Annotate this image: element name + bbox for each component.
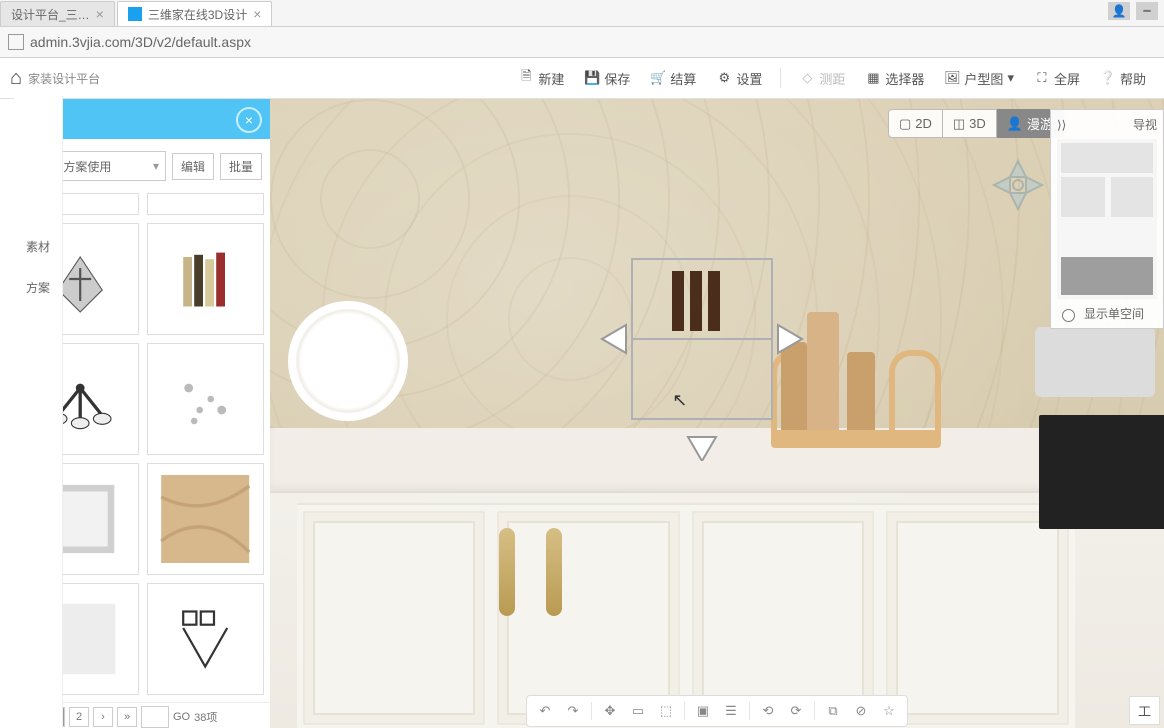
window-controls: 👤 ━ — [1108, 2, 1158, 20]
square-icon: ▢ — [899, 116, 911, 132]
checkout-button[interactable]: 🛒结算 — [642, 65, 704, 92]
left-rail — [0, 99, 15, 728]
gear-icon: ⚙ — [716, 70, 732, 86]
pager-last[interactable]: » — [117, 707, 137, 727]
fullscreen-icon: ⛶ — [1034, 70, 1050, 86]
list-item[interactable] — [147, 463, 265, 575]
browser-tab[interactable]: 设计平台_三… × — [0, 1, 115, 26]
chevron-down-icon: ▾ — [1007, 70, 1014, 86]
app-toolbar: ⌂ 家装设计平台 🗎新建 💾保存 🛒结算 ⚙设置 ◇测距 ▦选择器 🖼户型图▾ … — [0, 58, 1164, 99]
person-icon: 👤 — [1007, 116, 1023, 132]
pot-prop — [1035, 327, 1155, 397]
image-icon: 🖼 — [944, 70, 960, 86]
site-icon — [8, 34, 24, 50]
minimize-button[interactable]: ━ — [1136, 2, 1158, 20]
countertop — [270, 428, 1164, 491]
browser-tab-strip: 设计平台_三… × 三维家在线3D设计 × — [0, 0, 1164, 26]
copy-tool[interactable]: ⧉ — [821, 699, 845, 723]
bottom-toolbar: ↶ ↷ ✥ ▭ ⬚ ▣ ☰ ⟲ ⟳ ⧉ ⊘ ☆ — [526, 695, 908, 727]
edit-button[interactable]: 编辑 — [172, 153, 214, 180]
brand-subtitle: 家装设计平台 — [28, 70, 100, 87]
list-item[interactable] — [147, 223, 265, 335]
measure-button[interactable]: ◇测距 — [791, 65, 853, 92]
tab-plan[interactable]: 方案 — [14, 267, 62, 308]
pager-total: 38项 — [194, 709, 217, 725]
list-item[interactable] — [147, 583, 265, 695]
view-3d[interactable]: ◫3D — [943, 109, 997, 138]
tab-material[interactable]: 素材 — [14, 226, 62, 267]
address-bar: admin.3vjia.com/3D/v2/default.aspx — [0, 26, 1164, 58]
ruler-icon: ◇ — [799, 70, 815, 86]
pager-next[interactable]: › — [93, 707, 113, 727]
brand: ⌂ 家装设计平台 — [10, 67, 506, 90]
cursor-icon: ↖ — [672, 390, 687, 411]
cube-icon: ◫ — [953, 116, 965, 132]
page-icon — [128, 7, 142, 21]
logo-icon: ⌂ — [10, 67, 22, 90]
layers-tool[interactable]: ☰ — [719, 699, 743, 723]
navigator-panel: ⟩⟩ 导视 显示单空间 — [1050, 109, 1164, 329]
nav-title: 导视 — [1133, 116, 1157, 133]
bottom-right-button[interactable]: 工 — [1129, 696, 1160, 725]
bottles-prop — [771, 308, 941, 448]
3d-viewport[interactable]: ↖ ▢2D ◫3D 👤漫游 ⟩⟩ 导视 — [270, 99, 1164, 728]
tab-title: 三维家在线3D设计 — [148, 6, 247, 23]
rotate-left[interactable]: ⟲ — [756, 699, 780, 723]
close-icon[interactable]: × — [96, 6, 104, 22]
collapse-icon[interactable]: ⟩⟩ — [1057, 118, 1066, 132]
user-icon[interactable]: 👤 — [1108, 2, 1130, 20]
chevron-down-icon: ▾ — [153, 159, 159, 173]
selector-button[interactable]: ▦选择器 — [857, 65, 932, 92]
bulk-button[interactable]: 批量 — [220, 153, 262, 180]
move-tool[interactable]: ✥ — [598, 699, 622, 723]
radio-icon[interactable] — [1062, 309, 1075, 322]
side-vertical-tabs: 素材 方案 — [14, 96, 63, 728]
group-tool[interactable]: ▣ — [691, 699, 715, 723]
compass-icon[interactable] — [992, 159, 1044, 211]
rotate-right[interactable]: ⟳ — [784, 699, 808, 723]
view-2d[interactable]: ▢2D — [888, 109, 943, 138]
pager-input[interactable] — [141, 706, 169, 728]
view-mode-toggle: ▢2D ◫3D 👤漫游 — [888, 109, 1064, 138]
settings-button[interactable]: ⚙设置 — [708, 65, 770, 92]
save-button[interactable]: 💾保存 — [576, 65, 638, 92]
save-icon: 💾 — [584, 70, 600, 86]
fullscreen-button[interactable]: ⛶全屏 — [1026, 65, 1088, 92]
list-item[interactable] — [147, 193, 265, 215]
help-button[interactable]: ❔帮助 — [1092, 65, 1154, 92]
grid-icon: ▦ — [865, 70, 881, 86]
file-icon: 🗎 — [518, 70, 534, 86]
mini-floorplan[interactable] — [1057, 139, 1157, 299]
stove-prop — [1039, 415, 1164, 529]
pager-go[interactable]: GO — [173, 711, 190, 723]
help-icon: ❔ — [1100, 70, 1116, 86]
cart-icon: 🛒 — [650, 70, 666, 86]
browser-tab-active[interactable]: 三维家在线3D设计 × — [117, 1, 273, 26]
single-room-option[interactable]: 显示单空间 — [1057, 305, 1157, 322]
new-button[interactable]: 🗎新建 — [510, 65, 572, 92]
close-icon[interactable]: × — [253, 6, 261, 22]
list-item[interactable] — [147, 343, 265, 455]
undo-button[interactable]: ↶ — [533, 699, 557, 723]
url-text[interactable]: admin.3vjia.com/3D/v2/default.aspx — [30, 34, 251, 50]
tab-title: 设计平台_三… — [11, 6, 90, 23]
select-tool[interactable]: ▭ — [626, 699, 650, 723]
favorite-tool[interactable]: ☆ — [877, 699, 901, 723]
plate-prop — [288, 301, 408, 421]
redo-button[interactable]: ↷ — [561, 699, 585, 723]
lock-tool[interactable]: ⊘ — [849, 699, 873, 723]
floorplan-button[interactable]: 🖼户型图▾ — [936, 65, 1022, 92]
close-icon[interactable]: × — [236, 107, 262, 133]
marquee-tool[interactable]: ⬚ — [654, 699, 678, 723]
pager-page[interactable]: 2 — [69, 707, 89, 727]
